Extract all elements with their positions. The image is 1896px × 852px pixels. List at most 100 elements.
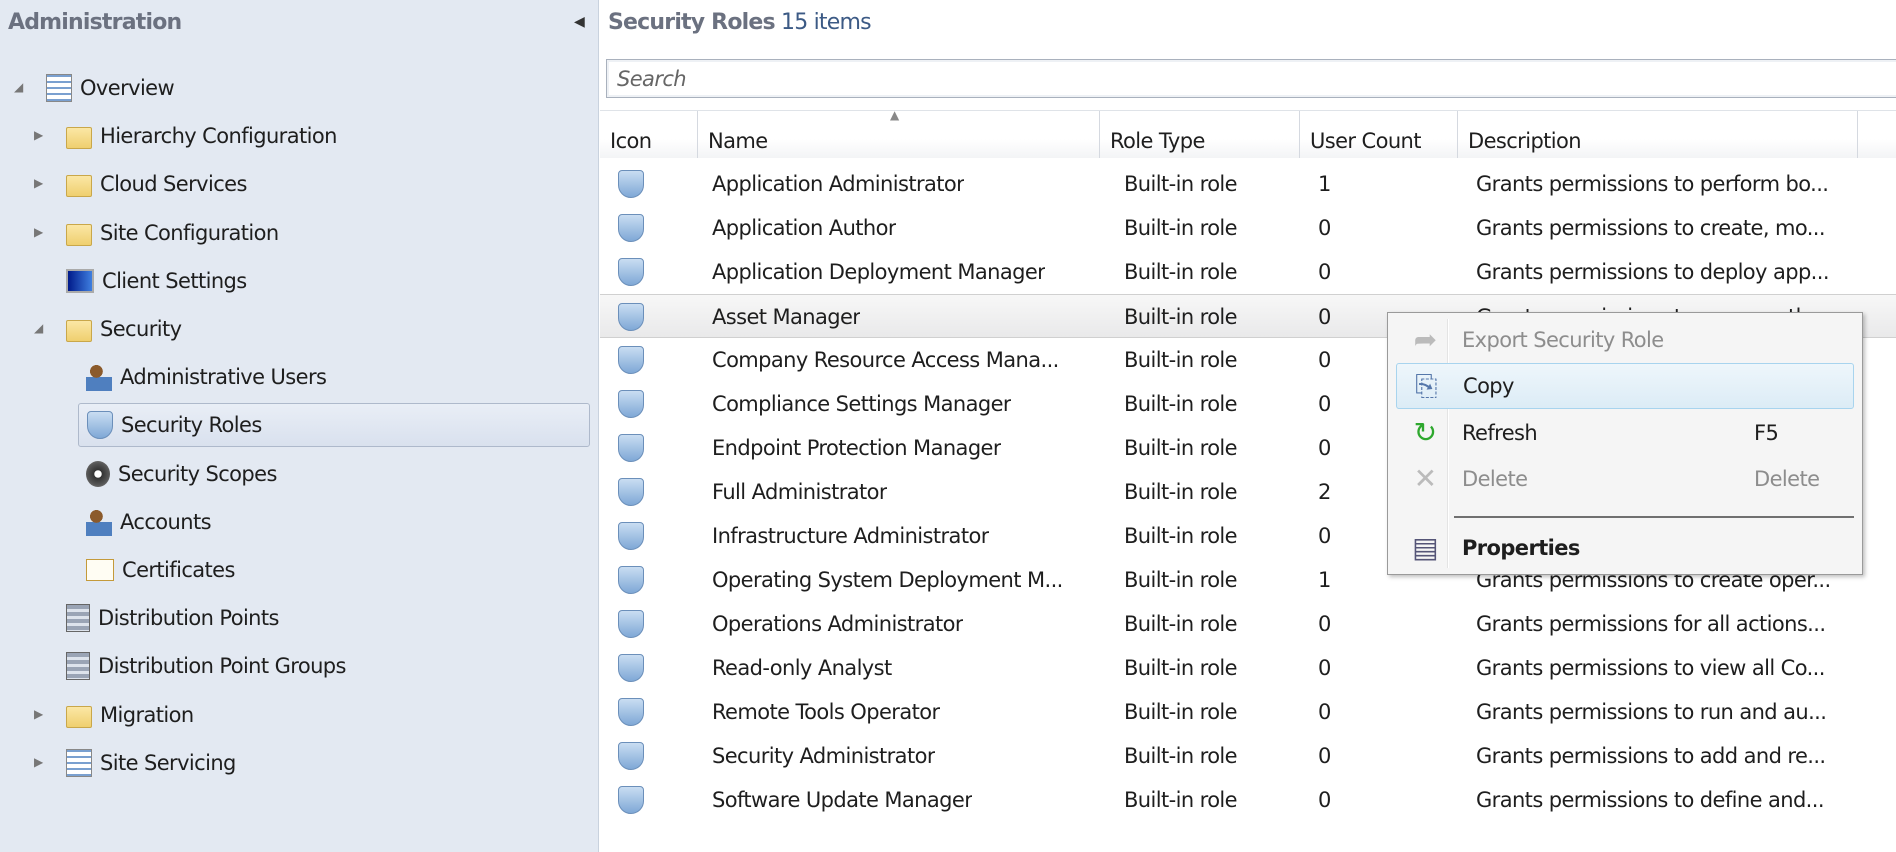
table-row[interactable]: Application Administrator Built-in role 1 G… bbox=[600, 162, 1896, 206]
certificate-icon bbox=[86, 559, 114, 581]
table-row[interactable]: Software Update Manager Built-in role 0 Gra… bbox=[600, 778, 1896, 822]
cell-type: Built-in role bbox=[1124, 788, 1237, 812]
cell-desc: Grants permissions to create, mo... bbox=[1476, 216, 1825, 240]
tree-item-label: Hierarchy Configuration bbox=[100, 124, 337, 149]
cell-name: Infrastructure Administrator bbox=[712, 524, 989, 548]
cell-count: 0 bbox=[1318, 260, 1331, 284]
expand-arrow-icon[interactable]: ▶ bbox=[34, 225, 43, 239]
column-header-role-type[interactable]: Role Type bbox=[1100, 111, 1300, 158]
tree-item-label: Cloud Services bbox=[100, 172, 247, 197]
cell-name: Endpoint Protection Manager bbox=[712, 436, 1001, 460]
cell-type: Built-in role bbox=[1124, 216, 1237, 240]
security-role-icon bbox=[618, 390, 644, 418]
cell-type: Built-in role bbox=[1124, 480, 1237, 504]
tree-item-label: Client Settings bbox=[102, 268, 247, 293]
monitor-icon bbox=[66, 268, 94, 293]
folder-icon bbox=[66, 127, 92, 150]
cell-type: Built-in role bbox=[1124, 436, 1237, 460]
server-icon bbox=[66, 604, 90, 633]
tree-item-administrative-users[interactable]: Administrative Users bbox=[86, 355, 327, 399]
expand-arrow-icon[interactable]: ▶ bbox=[34, 707, 43, 721]
expand-arrow-icon[interactable]: ▶ bbox=[34, 755, 43, 769]
tree-item-label: Security Scopes bbox=[118, 461, 277, 486]
cell-count: 0 bbox=[1318, 392, 1331, 416]
security-role-icon bbox=[618, 522, 644, 550]
folder-icon bbox=[66, 320, 92, 342]
column-header-icon[interactable]: Icon bbox=[600, 111, 698, 158]
cell-name: Application Administrator bbox=[712, 172, 965, 196]
tree-item-distribution-points[interactable]: Distribution Points bbox=[66, 596, 279, 640]
cell-type: Built-in role bbox=[1124, 612, 1237, 636]
tree-item-security[interactable]: Security bbox=[66, 307, 182, 351]
tree-item-label: Administrative Users bbox=[120, 365, 327, 390]
cell-name: Security Administrator bbox=[712, 744, 935, 768]
cell-name: Asset Manager bbox=[712, 305, 861, 329]
cell-desc: Grants permissions to deploy app... bbox=[1476, 260, 1829, 284]
menu-item-label: Refresh bbox=[1462, 421, 1538, 445]
collapse-pane-icon[interactable]: ◀ bbox=[574, 14, 585, 30]
cell-count: 0 bbox=[1318, 744, 1331, 768]
security-role-icon bbox=[618, 654, 644, 682]
cell-name: Application Deployment Manager bbox=[712, 260, 1046, 284]
table-row[interactable]: Application Author Built-in role 0 Grants p… bbox=[600, 206, 1896, 250]
navigation-pane: Administration ◀ Overview ◢ Hierarchy Conf… bbox=[0, 0, 599, 852]
tree-item-site-servicing[interactable]: Site Servicing bbox=[66, 741, 236, 785]
search-input[interactable] bbox=[607, 60, 1896, 97]
security-role-icon bbox=[618, 434, 644, 462]
tree-item-cloud-services[interactable]: Cloud Services bbox=[66, 162, 247, 206]
cell-count: 0 bbox=[1318, 656, 1331, 680]
server-group-icon bbox=[66, 652, 90, 681]
cell-name: Full Administrator bbox=[712, 480, 887, 504]
menu-separator bbox=[1454, 516, 1854, 518]
collapse-arrow-icon[interactable]: ◢ bbox=[14, 80, 23, 94]
cell-count: 0 bbox=[1318, 348, 1331, 372]
tree-item-overview[interactable]: Overview bbox=[46, 66, 175, 110]
cell-count: 1 bbox=[1318, 172, 1331, 196]
tree-item-hierarchy-configuration[interactable]: Hierarchy Configuration bbox=[66, 114, 337, 158]
tree-item-site-configuration[interactable]: Site Configuration bbox=[66, 211, 279, 255]
menu-item-refresh[interactable]: ↻ Refresh F5 bbox=[1396, 410, 1854, 456]
collapse-arrow-icon[interactable]: ◢ bbox=[34, 321, 43, 335]
tree-item-accounts[interactable]: Accounts bbox=[86, 500, 212, 544]
menu-item-copy[interactable]: ⎘ Copy bbox=[1396, 363, 1854, 409]
table-row[interactable]: Remote Tools Operator Built-in role 0 Grant… bbox=[600, 690, 1896, 734]
table-row[interactable]: Security Administrator Built-in role 0 Gran… bbox=[600, 734, 1896, 778]
tree-item-label: Site Configuration bbox=[100, 220, 279, 245]
refresh-icon: ↻ bbox=[1413, 416, 1437, 449]
table-row[interactable]: Application Deployment Manager Built-in r… bbox=[600, 250, 1896, 294]
column-header-user-count[interactable]: User Count bbox=[1300, 111, 1458, 158]
column-header-name[interactable]: Name bbox=[698, 111, 1100, 158]
tree-item-security-scopes[interactable]: Security Scopes bbox=[86, 452, 277, 496]
cell-count: 0 bbox=[1318, 436, 1331, 460]
menu-item-export-security-role[interactable]: ➦ Export Security Role bbox=[1396, 317, 1854, 363]
menu-item-properties[interactable]: ▤ Properties bbox=[1396, 525, 1854, 571]
tree-item-certificates[interactable]: Certificates bbox=[86, 548, 235, 592]
tree-item-label: Distribution Points bbox=[98, 606, 279, 631]
menu-item-delete[interactable]: ✕ Delete Delete bbox=[1396, 456, 1854, 502]
search-box[interactable] bbox=[606, 59, 1896, 98]
menu-item-label: Export Security Role bbox=[1462, 328, 1664, 352]
tree-item-security-roles[interactable]: Security Roles bbox=[78, 403, 590, 448]
overview-icon bbox=[46, 74, 72, 102]
security-role-icon bbox=[618, 478, 644, 506]
table-row[interactable]: Operations Administrator Built-in role 0 Gr… bbox=[600, 602, 1896, 646]
cell-type: Built-in role bbox=[1124, 656, 1237, 680]
tree-item-distribution-point-groups[interactable]: Distribution Point Groups bbox=[66, 644, 346, 688]
expand-arrow-icon[interactable]: ▶ bbox=[34, 176, 43, 190]
column-header-description[interactable]: Description bbox=[1458, 111, 1858, 158]
expand-arrow-icon[interactable]: ▶ bbox=[34, 128, 43, 142]
tree-item-client-settings[interactable]: Client Settings bbox=[66, 259, 247, 303]
column-header-row: Icon Name Role Type User Count Descripti… bbox=[600, 110, 1896, 158]
folder-icon bbox=[66, 175, 92, 198]
tree-item-label: Security bbox=[100, 317, 182, 341]
folder-icon bbox=[66, 223, 92, 246]
cell-type: Built-in role bbox=[1124, 568, 1237, 592]
properties-icon: ▤ bbox=[1412, 531, 1438, 564]
security-role-icon bbox=[618, 698, 644, 726]
table-row[interactable]: Read-only Analyst Built-in role 0 Grants pe… bbox=[600, 646, 1896, 690]
cell-desc: Grants permissions to perform bo... bbox=[1476, 172, 1829, 196]
cell-name: Compliance Settings Manager bbox=[712, 392, 1011, 416]
lock-icon bbox=[86, 460, 110, 487]
account-icon bbox=[86, 507, 112, 536]
tree-item-migration[interactable]: Migration bbox=[66, 693, 194, 737]
